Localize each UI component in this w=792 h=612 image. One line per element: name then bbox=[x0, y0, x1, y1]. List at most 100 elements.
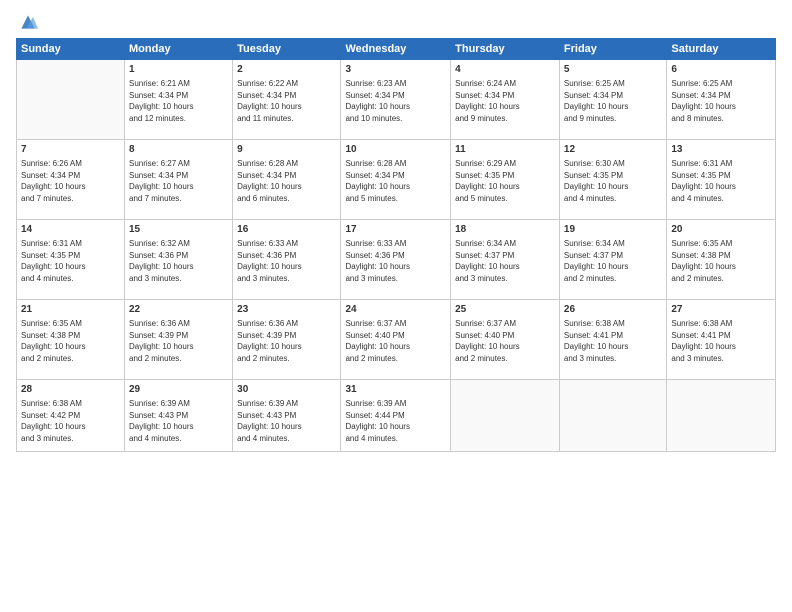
day-cell bbox=[667, 380, 776, 452]
day-info: Sunrise: 6:39 AM Sunset: 4:44 PM Dayligh… bbox=[345, 398, 446, 444]
day-cell: 5Sunrise: 6:25 AM Sunset: 4:34 PM Daylig… bbox=[559, 60, 666, 140]
day-cell: 6Sunrise: 6:25 AM Sunset: 4:34 PM Daylig… bbox=[667, 60, 776, 140]
day-info: Sunrise: 6:30 AM Sunset: 4:35 PM Dayligh… bbox=[564, 158, 662, 204]
day-number: 27 bbox=[671, 303, 771, 317]
day-number: 17 bbox=[345, 223, 446, 237]
day-number: 28 bbox=[21, 383, 120, 397]
week-row-5: 28Sunrise: 6:38 AM Sunset: 4:42 PM Dayli… bbox=[17, 380, 776, 452]
col-header-tuesday: Tuesday bbox=[233, 39, 341, 60]
logo-icon bbox=[18, 12, 38, 32]
day-number: 14 bbox=[21, 223, 120, 237]
col-header-friday: Friday bbox=[559, 39, 666, 60]
header-row: SundayMondayTuesdayWednesdayThursdayFrid… bbox=[17, 39, 776, 60]
day-number: 19 bbox=[564, 223, 662, 237]
day-cell: 24Sunrise: 6:37 AM Sunset: 4:40 PM Dayli… bbox=[341, 300, 451, 380]
day-number: 31 bbox=[345, 383, 446, 397]
day-cell: 28Sunrise: 6:38 AM Sunset: 4:42 PM Dayli… bbox=[17, 380, 125, 452]
day-cell: 15Sunrise: 6:32 AM Sunset: 4:36 PM Dayli… bbox=[125, 220, 233, 300]
day-info: Sunrise: 6:38 AM Sunset: 4:41 PM Dayligh… bbox=[671, 318, 771, 364]
day-number: 8 bbox=[129, 143, 228, 157]
day-cell: 4Sunrise: 6:24 AM Sunset: 4:34 PM Daylig… bbox=[451, 60, 560, 140]
day-info: Sunrise: 6:26 AM Sunset: 4:34 PM Dayligh… bbox=[21, 158, 120, 204]
day-cell: 30Sunrise: 6:39 AM Sunset: 4:43 PM Dayli… bbox=[233, 380, 341, 452]
day-info: Sunrise: 6:25 AM Sunset: 4:34 PM Dayligh… bbox=[564, 78, 662, 124]
day-info: Sunrise: 6:28 AM Sunset: 4:34 PM Dayligh… bbox=[237, 158, 336, 204]
day-number: 22 bbox=[129, 303, 228, 317]
day-info: Sunrise: 6:37 AM Sunset: 4:40 PM Dayligh… bbox=[455, 318, 555, 364]
day-cell: 13Sunrise: 6:31 AM Sunset: 4:35 PM Dayli… bbox=[667, 140, 776, 220]
day-cell: 31Sunrise: 6:39 AM Sunset: 4:44 PM Dayli… bbox=[341, 380, 451, 452]
day-number: 15 bbox=[129, 223, 228, 237]
day-info: Sunrise: 6:36 AM Sunset: 4:39 PM Dayligh… bbox=[129, 318, 228, 364]
day-number: 20 bbox=[671, 223, 771, 237]
day-cell bbox=[451, 380, 560, 452]
day-number: 3 bbox=[345, 63, 446, 77]
day-number: 6 bbox=[671, 63, 771, 77]
day-info: Sunrise: 6:33 AM Sunset: 4:36 PM Dayligh… bbox=[345, 238, 446, 284]
day-number: 12 bbox=[564, 143, 662, 157]
week-row-2: 7Sunrise: 6:26 AM Sunset: 4:34 PM Daylig… bbox=[17, 140, 776, 220]
day-info: Sunrise: 6:38 AM Sunset: 4:41 PM Dayligh… bbox=[564, 318, 662, 364]
day-number: 23 bbox=[237, 303, 336, 317]
day-cell: 12Sunrise: 6:30 AM Sunset: 4:35 PM Dayli… bbox=[559, 140, 666, 220]
day-cell: 18Sunrise: 6:34 AM Sunset: 4:37 PM Dayli… bbox=[451, 220, 560, 300]
day-number: 11 bbox=[455, 143, 555, 157]
day-info: Sunrise: 6:39 AM Sunset: 4:43 PM Dayligh… bbox=[129, 398, 228, 444]
day-cell: 11Sunrise: 6:29 AM Sunset: 4:35 PM Dayli… bbox=[451, 140, 560, 220]
day-cell: 29Sunrise: 6:39 AM Sunset: 4:43 PM Dayli… bbox=[125, 380, 233, 452]
day-info: Sunrise: 6:31 AM Sunset: 4:35 PM Dayligh… bbox=[671, 158, 771, 204]
col-header-wednesday: Wednesday bbox=[341, 39, 451, 60]
header bbox=[16, 12, 776, 30]
day-cell: 23Sunrise: 6:36 AM Sunset: 4:39 PM Dayli… bbox=[233, 300, 341, 380]
day-info: Sunrise: 6:34 AM Sunset: 4:37 PM Dayligh… bbox=[455, 238, 555, 284]
day-number: 10 bbox=[345, 143, 446, 157]
day-number: 29 bbox=[129, 383, 228, 397]
day-cell: 16Sunrise: 6:33 AM Sunset: 4:36 PM Dayli… bbox=[233, 220, 341, 300]
day-info: Sunrise: 6:23 AM Sunset: 4:34 PM Dayligh… bbox=[345, 78, 446, 124]
day-cell: 9Sunrise: 6:28 AM Sunset: 4:34 PM Daylig… bbox=[233, 140, 341, 220]
day-number: 5 bbox=[564, 63, 662, 77]
day-info: Sunrise: 6:35 AM Sunset: 4:38 PM Dayligh… bbox=[21, 318, 120, 364]
day-number: 4 bbox=[455, 63, 555, 77]
day-number: 2 bbox=[237, 63, 336, 77]
day-info: Sunrise: 6:32 AM Sunset: 4:36 PM Dayligh… bbox=[129, 238, 228, 284]
day-cell: 22Sunrise: 6:36 AM Sunset: 4:39 PM Dayli… bbox=[125, 300, 233, 380]
day-number: 26 bbox=[564, 303, 662, 317]
col-header-thursday: Thursday bbox=[451, 39, 560, 60]
day-number: 16 bbox=[237, 223, 336, 237]
day-cell bbox=[17, 60, 125, 140]
day-info: Sunrise: 6:33 AM Sunset: 4:36 PM Dayligh… bbox=[237, 238, 336, 284]
day-cell: 8Sunrise: 6:27 AM Sunset: 4:34 PM Daylig… bbox=[125, 140, 233, 220]
day-number: 21 bbox=[21, 303, 120, 317]
day-info: Sunrise: 6:37 AM Sunset: 4:40 PM Dayligh… bbox=[345, 318, 446, 364]
logo-text bbox=[16, 12, 38, 32]
day-cell: 21Sunrise: 6:35 AM Sunset: 4:38 PM Dayli… bbox=[17, 300, 125, 380]
col-header-saturday: Saturday bbox=[667, 39, 776, 60]
day-cell: 7Sunrise: 6:26 AM Sunset: 4:34 PM Daylig… bbox=[17, 140, 125, 220]
day-info: Sunrise: 6:28 AM Sunset: 4:34 PM Dayligh… bbox=[345, 158, 446, 204]
day-cell bbox=[559, 380, 666, 452]
day-number: 30 bbox=[237, 383, 336, 397]
day-info: Sunrise: 6:35 AM Sunset: 4:38 PM Dayligh… bbox=[671, 238, 771, 284]
week-row-3: 14Sunrise: 6:31 AM Sunset: 4:35 PM Dayli… bbox=[17, 220, 776, 300]
page: SundayMondayTuesdayWednesdayThursdayFrid… bbox=[0, 0, 792, 612]
day-cell: 20Sunrise: 6:35 AM Sunset: 4:38 PM Dayli… bbox=[667, 220, 776, 300]
week-row-4: 21Sunrise: 6:35 AM Sunset: 4:38 PM Dayli… bbox=[17, 300, 776, 380]
day-info: Sunrise: 6:38 AM Sunset: 4:42 PM Dayligh… bbox=[21, 398, 120, 444]
week-row-1: 1Sunrise: 6:21 AM Sunset: 4:34 PM Daylig… bbox=[17, 60, 776, 140]
day-cell: 19Sunrise: 6:34 AM Sunset: 4:37 PM Dayli… bbox=[559, 220, 666, 300]
day-cell: 10Sunrise: 6:28 AM Sunset: 4:34 PM Dayli… bbox=[341, 140, 451, 220]
day-number: 9 bbox=[237, 143, 336, 157]
calendar-table: SundayMondayTuesdayWednesdayThursdayFrid… bbox=[16, 38, 776, 452]
day-info: Sunrise: 6:27 AM Sunset: 4:34 PM Dayligh… bbox=[129, 158, 228, 204]
day-number: 25 bbox=[455, 303, 555, 317]
day-info: Sunrise: 6:39 AM Sunset: 4:43 PM Dayligh… bbox=[237, 398, 336, 444]
day-cell: 14Sunrise: 6:31 AM Sunset: 4:35 PM Dayli… bbox=[17, 220, 125, 300]
day-info: Sunrise: 6:36 AM Sunset: 4:39 PM Dayligh… bbox=[237, 318, 336, 364]
day-info: Sunrise: 6:31 AM Sunset: 4:35 PM Dayligh… bbox=[21, 238, 120, 284]
day-info: Sunrise: 6:24 AM Sunset: 4:34 PM Dayligh… bbox=[455, 78, 555, 124]
day-cell: 17Sunrise: 6:33 AM Sunset: 4:36 PM Dayli… bbox=[341, 220, 451, 300]
logo bbox=[16, 12, 38, 30]
day-info: Sunrise: 6:25 AM Sunset: 4:34 PM Dayligh… bbox=[671, 78, 771, 124]
day-cell: 1Sunrise: 6:21 AM Sunset: 4:34 PM Daylig… bbox=[125, 60, 233, 140]
